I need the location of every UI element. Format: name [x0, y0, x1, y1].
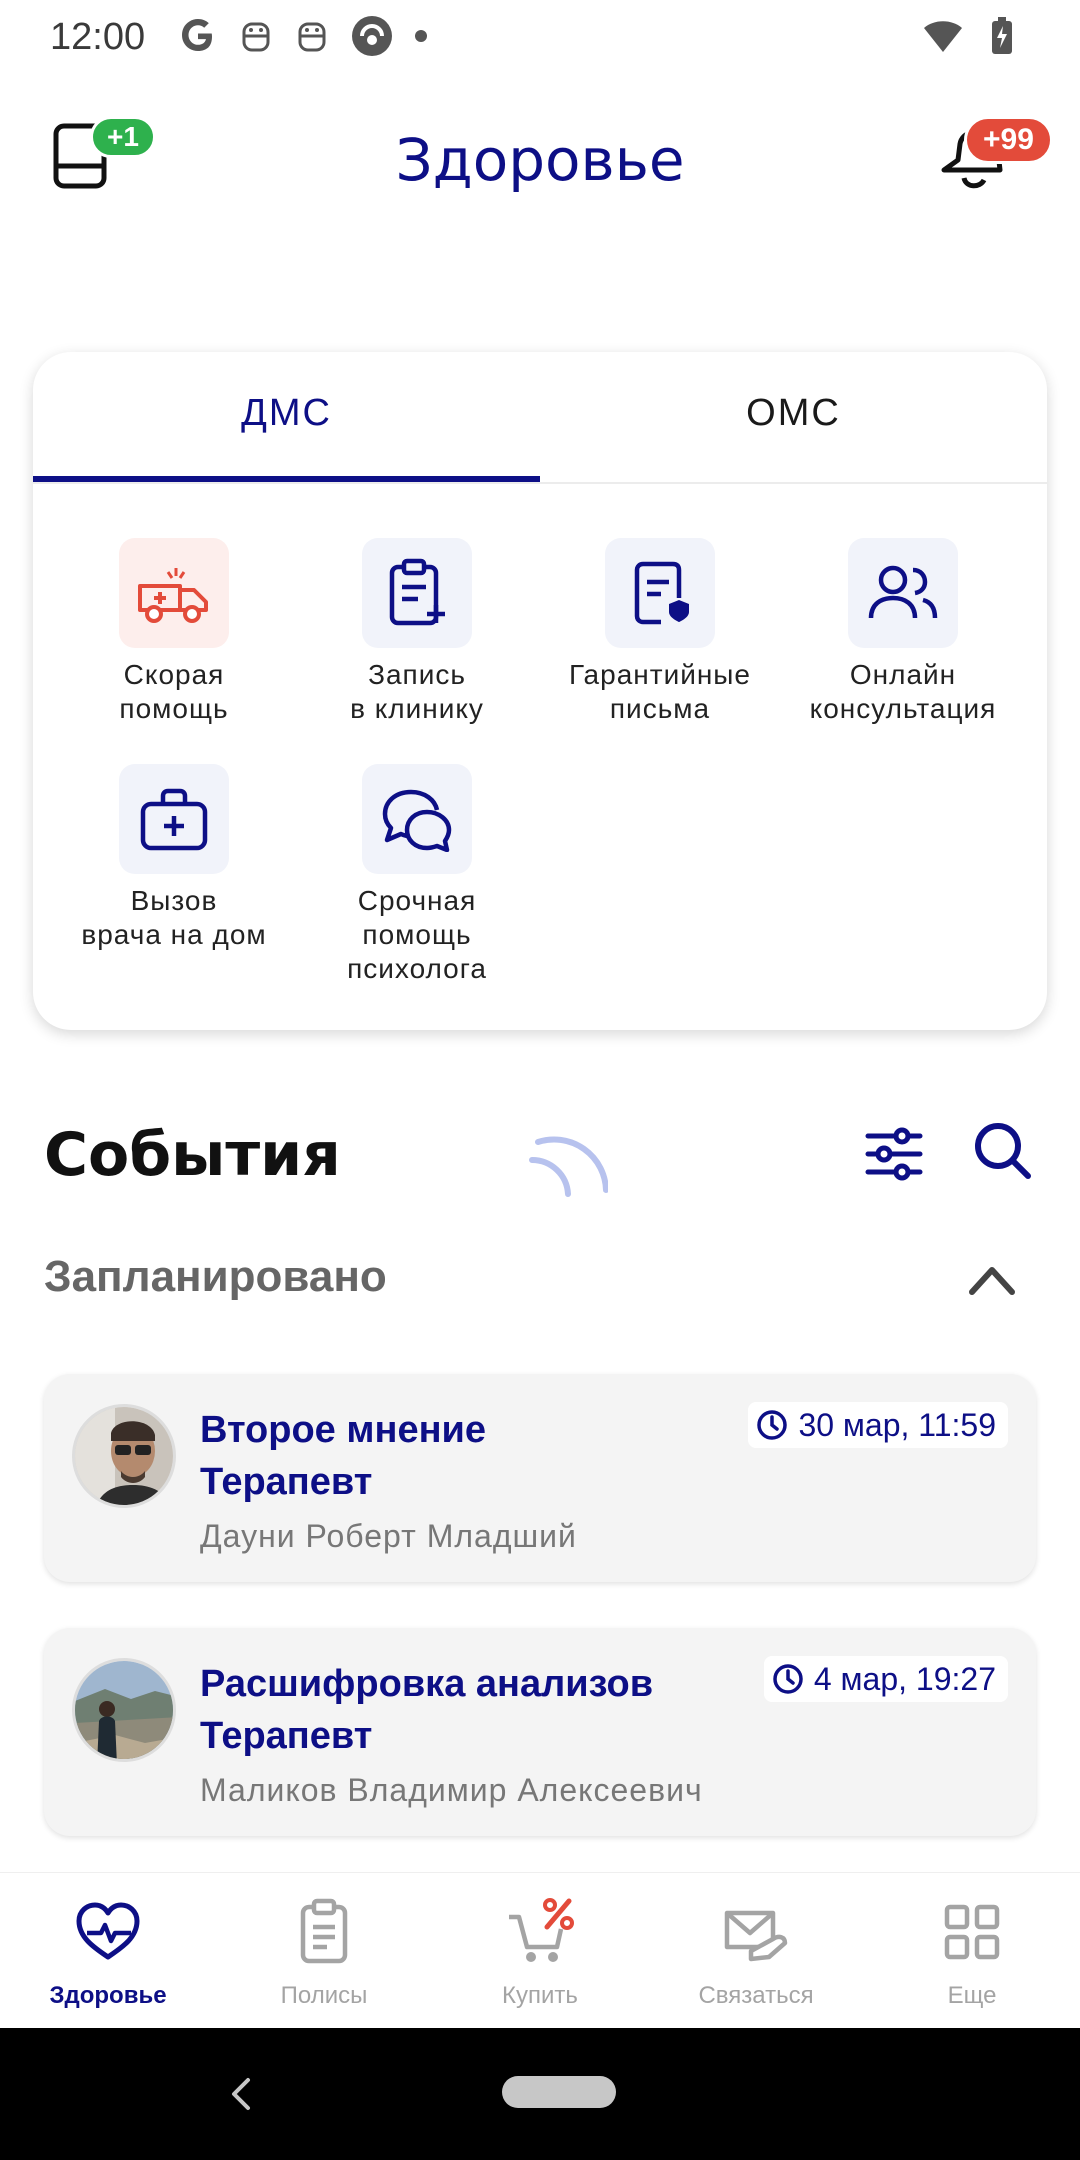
battery-charging-icon	[992, 17, 1012, 54]
guarantee-letter-icon-box	[605, 538, 715, 648]
chevron-up-icon[interactable]	[966, 1256, 1018, 1304]
event-title: Второе мнение Терапевт	[200, 1404, 720, 1508]
notifications-badge: +99	[964, 116, 1053, 164]
clock-icon	[757, 1410, 788, 1440]
service-clinic-appointment[interactable]: Запись в клинику	[295, 538, 539, 726]
service-guarantee-letters[interactable]: Гарантийные письма	[538, 538, 782, 726]
event-title: Расшифровка анализов Терапевт	[200, 1658, 720, 1762]
robot-icon	[242, 22, 270, 52]
status-bar: 12:00	[0, 0, 1080, 78]
online-consultation-icon-box	[848, 538, 958, 648]
service-label: Гарантийные письма	[568, 659, 752, 724]
tab-oms[interactable]: ОМС	[540, 392, 1047, 435]
bottom-navigation: Здоровье Полисы Купить Связаться Еще	[0, 1872, 1080, 2028]
grid-icon	[944, 1904, 1000, 1960]
online-consultation-icon	[868, 565, 938, 619]
robot-icon	[298, 22, 326, 52]
service-label: Скорая помощь	[119, 659, 229, 724]
insurance-tabs: ДМС ОМС	[33, 352, 1047, 484]
app-circle-icon	[352, 16, 392, 56]
insurance-services-card: ДМС ОМС Скорая помощь Запись в клинику Г…	[33, 352, 1047, 1030]
guarantee-letter-icon	[634, 561, 689, 625]
wifi-icon	[924, 21, 962, 52]
dot-icon	[415, 30, 427, 42]
service-label: Запись в клинику	[350, 659, 484, 724]
clipboard-icon	[300, 1898, 348, 1964]
section-title-planned: Запланировано	[44, 1252, 387, 1301]
avatar	[72, 1404, 176, 1508]
service-label: Онлайн консультация	[809, 659, 997, 724]
service-ambulance[interactable]: Скорая помощь	[52, 538, 296, 726]
back-icon[interactable]	[226, 2076, 256, 2112]
service-online-consultation[interactable]: Онлайн консультация	[781, 538, 1025, 726]
ambulance-icon-box	[119, 538, 229, 648]
nav-policies[interactable]: Полисы	[216, 1897, 432, 2010]
medical-bag-icon-box	[119, 764, 229, 874]
clinic-appointment-icon	[389, 558, 445, 626]
system-navigation-bar	[0, 2028, 1080, 2160]
event-doctor-name: Дауни Роберт Младший	[200, 1518, 577, 1554]
filter-icon[interactable]	[864, 1126, 924, 1182]
ambulance-icon	[138, 568, 208, 623]
event-time-text: 4 мар, 19:27	[813, 1660, 996, 1697]
avatar	[72, 1658, 176, 1762]
events-title: События	[44, 1120, 341, 1190]
app-header: +1 Здоровье +99	[0, 100, 1080, 220]
clock-icon	[773, 1664, 803, 1694]
cart-percent-icon	[509, 1898, 574, 1962]
google-icon	[182, 19, 212, 51]
service-label: Срочная помощь психолога	[347, 885, 487, 984]
tab-dms[interactable]: ДМС	[33, 392, 540, 435]
status-notification-icons	[178, 14, 428, 58]
nav-label: Купить	[502, 1982, 578, 2009]
status-time: 12:00	[50, 16, 146, 58]
event-title-text: Второе мнение Терапевт	[200, 1409, 487, 1503]
nav-more[interactable]: Еще	[864, 1897, 1080, 2010]
chat-bubbles-icon-box	[362, 764, 472, 874]
active-tab-indicator	[33, 476, 540, 482]
nav-label: Полисы	[280, 1982, 368, 2009]
loading-spinner-icon	[529, 1136, 608, 1197]
chat-bubbles-icon	[382, 789, 452, 852]
medical-bag-icon	[140, 788, 208, 851]
nav-buy[interactable]: Купить	[432, 1897, 648, 2010]
search-icon[interactable]	[972, 1120, 1032, 1180]
nav-label: Связаться	[698, 1982, 814, 2009]
doctor-photo	[75, 1661, 173, 1759]
status-system-icons	[922, 16, 1014, 56]
event-card[interactable]: Расшифровка анализов Терапевт Маликов Вл…	[44, 1628, 1036, 1836]
nav-health[interactable]: Здоровье	[0, 1897, 216, 2010]
nav-label: Здоровье	[49, 1982, 167, 2009]
event-title-text: Расшифровка анализов Терапевт	[200, 1663, 654, 1757]
clinic-appointment-icon-box	[362, 538, 472, 648]
doctor-photo	[75, 1407, 173, 1505]
event-doctor-name: Маликов Владимир Алексеевич	[200, 1772, 703, 1808]
heart-pulse-icon	[76, 1902, 140, 1960]
home-pill-button[interactable]	[502, 2076, 616, 2108]
event-time: 4 мар, 19:27	[763, 1656, 1008, 1702]
page-title: Здоровье	[395, 126, 685, 194]
event-time-text: 30 мар, 11:59	[798, 1406, 996, 1443]
service-psychologist-help[interactable]: Срочная помощь психолога	[295, 764, 539, 986]
nav-contact[interactable]: Связаться	[648, 1897, 864, 2010]
event-card[interactable]: Второе мнение Терапевт Дауни Роберт Млад…	[44, 1374, 1036, 1582]
service-doctor-home-visit[interactable]: Вызов врача на дом	[52, 764, 296, 952]
service-label: Вызов врача на дом	[81, 885, 267, 950]
event-time: 30 мар, 11:59	[748, 1402, 1008, 1448]
envelope-hand-icon	[724, 1910, 788, 1962]
nav-label: Еще	[947, 1982, 997, 2009]
